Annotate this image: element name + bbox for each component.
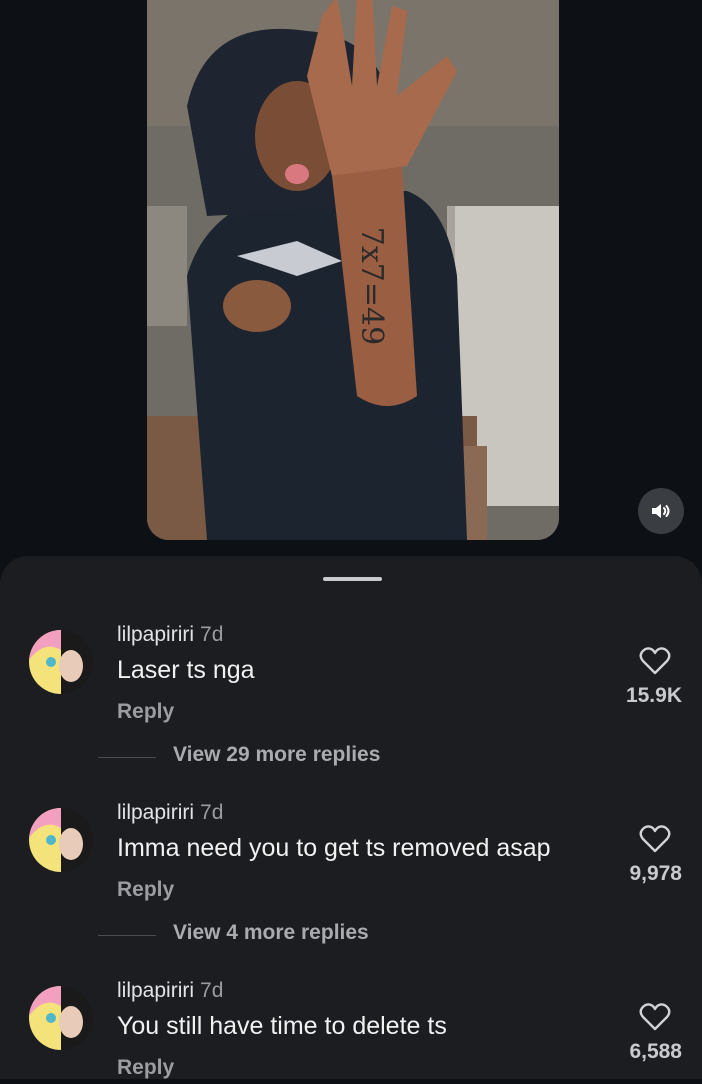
like-count: 15.9K [625,684,682,707]
comment-item: lilpapiriri 7d Laser ts nga Reply 15.9K [0,618,702,728]
avatar[interactable] [29,808,93,872]
comment-username[interactable]: lilpapiriri [117,623,194,646]
speaker-icon [652,504,670,518]
comment-time: 7d [200,623,224,646]
comments-sheet: lilpapiriri 7d Laser ts nga Reply 15.9K V… [0,556,702,1079]
video-player[interactable]: 7x7=49 [147,0,559,540]
reply-button[interactable]: Reply [117,700,174,724]
view-more-replies-button[interactable]: View 4 more replies [173,921,369,945]
view-more-replies-button[interactable]: View 29 more replies [173,743,380,767]
comment-item: lilpapiriri 7d Imma need you to get ts re… [0,796,702,906]
comment-username[interactable]: lilpapiriri [117,801,194,824]
heart-icon[interactable] [639,646,671,676]
comment-text: Imma need you to get ts removed asap [117,834,551,862]
sheet-drag-handle[interactable] [323,577,382,581]
heart-icon[interactable] [639,824,671,854]
comment-item: lilpapiriri 7d You still have time to del… [0,974,702,1084]
view-replies: View 29 more replies [0,743,702,773]
reply-button[interactable]: Reply [117,1056,174,1080]
comment-time: 7d [200,801,224,824]
heart-icon[interactable] [639,1002,671,1032]
comment-header: lilpapiriri 7d [117,623,223,647]
avatar-image [29,630,93,694]
comment-header: lilpapiriri 7d [117,801,223,825]
comment-time: 7d [200,979,224,1002]
comment-username[interactable]: lilpapiriri [117,979,194,1002]
divider [98,757,156,758]
like-count: 9,978 [629,862,682,885]
avatar-image [29,808,93,872]
like-count: 6,588 [629,1040,682,1063]
mute-toggle-button[interactable] [638,488,684,534]
avatar[interactable] [29,630,93,694]
tattoo-text: 7x7=49 [354,227,389,345]
video-frame: 7x7=49 [147,0,559,540]
comment-header: lilpapiriri 7d [117,979,223,1003]
divider [98,935,156,936]
reply-button[interactable]: Reply [117,878,174,902]
avatar[interactable] [29,986,93,1050]
comment-text: Laser ts nga [117,656,255,684]
avatar-image [29,986,93,1050]
comment-text: You still have time to delete ts [117,1012,447,1040]
view-replies: View 4 more replies [0,921,702,951]
